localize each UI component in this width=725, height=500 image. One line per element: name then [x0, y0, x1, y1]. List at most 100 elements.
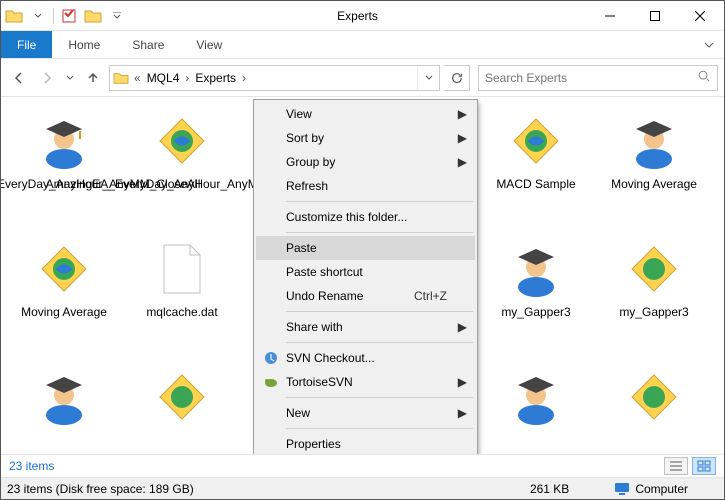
search-icon [697, 69, 711, 86]
menu-tortoisesvn[interactable]: TortoiseSVN ▶ [256, 370, 475, 394]
forward-button[interactable] [35, 66, 59, 90]
file-item[interactable] [5, 359, 123, 454]
file-item[interactable] [477, 359, 595, 454]
menu-share-with[interactable]: Share with▶ [256, 315, 475, 339]
menu-label: Customize this folder... [286, 210, 407, 224]
menu-sort-by[interactable]: Sort by ▶ [256, 126, 475, 150]
file-item[interactable]: AmazingEA_EveryDay_AnyHour_AnyMM_CloseAl… [123, 103, 241, 231]
navigation-bar: « MQL4 › Experts › [1, 59, 724, 97]
submenu-arrow-icon: ▶ [458, 131, 467, 145]
submenu-arrow-icon: ▶ [458, 155, 467, 169]
menu-view[interactable]: View▶ [256, 102, 475, 126]
menu-svn-checkout[interactable]: SVN Checkout... [256, 346, 475, 370]
breadcrumb-sep-icon[interactable]: « [132, 71, 143, 85]
refresh-button[interactable] [444, 65, 470, 91]
maximize-button[interactable] [632, 1, 677, 30]
compiled-icon [150, 109, 214, 173]
compiled-icon [504, 109, 568, 173]
menu-label: Undo Rename [286, 289, 363, 303]
menu-separator [286, 311, 473, 312]
address-dropdown-icon[interactable] [417, 66, 439, 90]
back-button[interactable] [7, 66, 31, 90]
file-item[interactable]: mqlcache.dat [123, 231, 241, 359]
properties-icon[interactable] [58, 5, 80, 27]
close-button[interactable] [677, 1, 722, 30]
file-item[interactable] [595, 359, 713, 454]
tab-view[interactable]: View [180, 31, 238, 58]
menu-separator [286, 397, 473, 398]
ribbon-expand-icon[interactable] [694, 31, 724, 58]
file-item[interactable] [123, 359, 241, 454]
tab-home[interactable]: Home [52, 31, 116, 58]
breadcrumb-experts[interactable]: Experts [191, 71, 240, 85]
menu-customize-folder[interactable]: Customize this folder... [256, 205, 475, 229]
address-bar[interactable]: « MQL4 › Experts › [109, 65, 440, 91]
menu-paste-shortcut[interactable]: Paste shortcut [256, 260, 475, 284]
status-bar-lower: 23 items (Disk free space: 189 GB) 261 K… [1, 477, 724, 499]
file-item[interactable]: my_Gapper3 [477, 231, 595, 359]
file-view[interactable]: AmazingEA_EveryDay_AnyHour_AnyMM_CloseAl… [1, 97, 724, 454]
compiled-icon [32, 237, 96, 301]
tab-file[interactable]: File [1, 31, 52, 58]
file-item-label: MACD Sample [496, 177, 575, 192]
computer-label: Computer [635, 482, 688, 496]
expert-icon [622, 109, 686, 173]
file-item-label: my_Gapper3 [619, 305, 688, 320]
context-menu: View▶ Sort by▶ Group by▶ Refresh Customi… [253, 99, 478, 454]
svn-checkout-icon [262, 349, 280, 367]
qat-separator [53, 8, 54, 24]
menu-label: View [286, 107, 312, 121]
history-dropdown-icon[interactable] [63, 66, 77, 90]
expert-icon [32, 109, 96, 173]
chevron-right-icon[interactable]: › [240, 71, 248, 85]
file-item[interactable]: MACD Sample [477, 103, 595, 231]
file-item-label: Moving Average [21, 305, 107, 320]
icons-view-button[interactable] [692, 457, 716, 475]
disk-free-label: 23 items (Disk free space: 189 GB) [7, 482, 194, 496]
titlebar: Experts [1, 1, 724, 31]
tab-share[interactable]: Share [116, 31, 180, 58]
expert-icon [504, 237, 568, 301]
menu-new[interactable]: New▶ [256, 401, 475, 425]
file-item[interactable]: AmazingEA_EveryDay_AnyHour_AnyMM_CloseAl… [5, 103, 123, 231]
menu-separator [286, 342, 473, 343]
menu-label: Sort by [286, 131, 324, 145]
menu-properties[interactable]: Properties [256, 432, 475, 454]
ribbon-tabs: File Home Share View [1, 31, 724, 59]
address-folder-icon [110, 71, 132, 85]
menu-separator [286, 428, 473, 429]
menu-group-by[interactable]: Group by▶ [256, 150, 475, 174]
menu-label: TortoiseSVN [286, 375, 353, 389]
details-view-button[interactable] [664, 457, 688, 475]
compiled-icon [150, 365, 214, 429]
file-item[interactable]: my_Gapper3 [595, 231, 713, 359]
menu-separator [286, 232, 473, 233]
selection-size: 261 KB [530, 482, 569, 496]
file-item[interactable]: Moving Average [595, 103, 713, 231]
submenu-arrow-icon: ▶ [458, 406, 467, 420]
chevron-right-icon[interactable]: › [183, 71, 191, 85]
window-controls [587, 1, 722, 30]
file-item-label: Moving Average [611, 177, 697, 192]
status-bar-upper: 23 items [1, 454, 724, 477]
file-item-label: mqlcache.dat [146, 305, 217, 320]
menu-label: Paste shortcut [286, 265, 363, 279]
search-input[interactable] [485, 71, 697, 85]
menu-undo-rename[interactable]: Undo RenameCtrl+Z [256, 284, 475, 308]
view-mode-buttons [664, 457, 716, 475]
qat-customize-icon[interactable] [106, 5, 128, 27]
minimize-button[interactable] [587, 1, 632, 30]
menu-refresh[interactable]: Refresh [256, 174, 475, 198]
tortoisesvn-icon [262, 373, 280, 391]
computer-icon [613, 482, 631, 496]
submenu-arrow-icon: ▶ [458, 375, 467, 389]
compiled-icon [622, 365, 686, 429]
file-item[interactable]: Moving Average [5, 231, 123, 359]
search-box[interactable] [478, 65, 718, 91]
up-button[interactable] [81, 66, 105, 90]
breadcrumb-mql4[interactable]: MQL4 [143, 71, 184, 85]
menu-paste[interactable]: Paste [256, 236, 475, 260]
new-folder-icon[interactable] [82, 5, 104, 27]
qat-dropdown-icon[interactable] [27, 5, 49, 27]
menu-label: Properties [286, 437, 341, 451]
